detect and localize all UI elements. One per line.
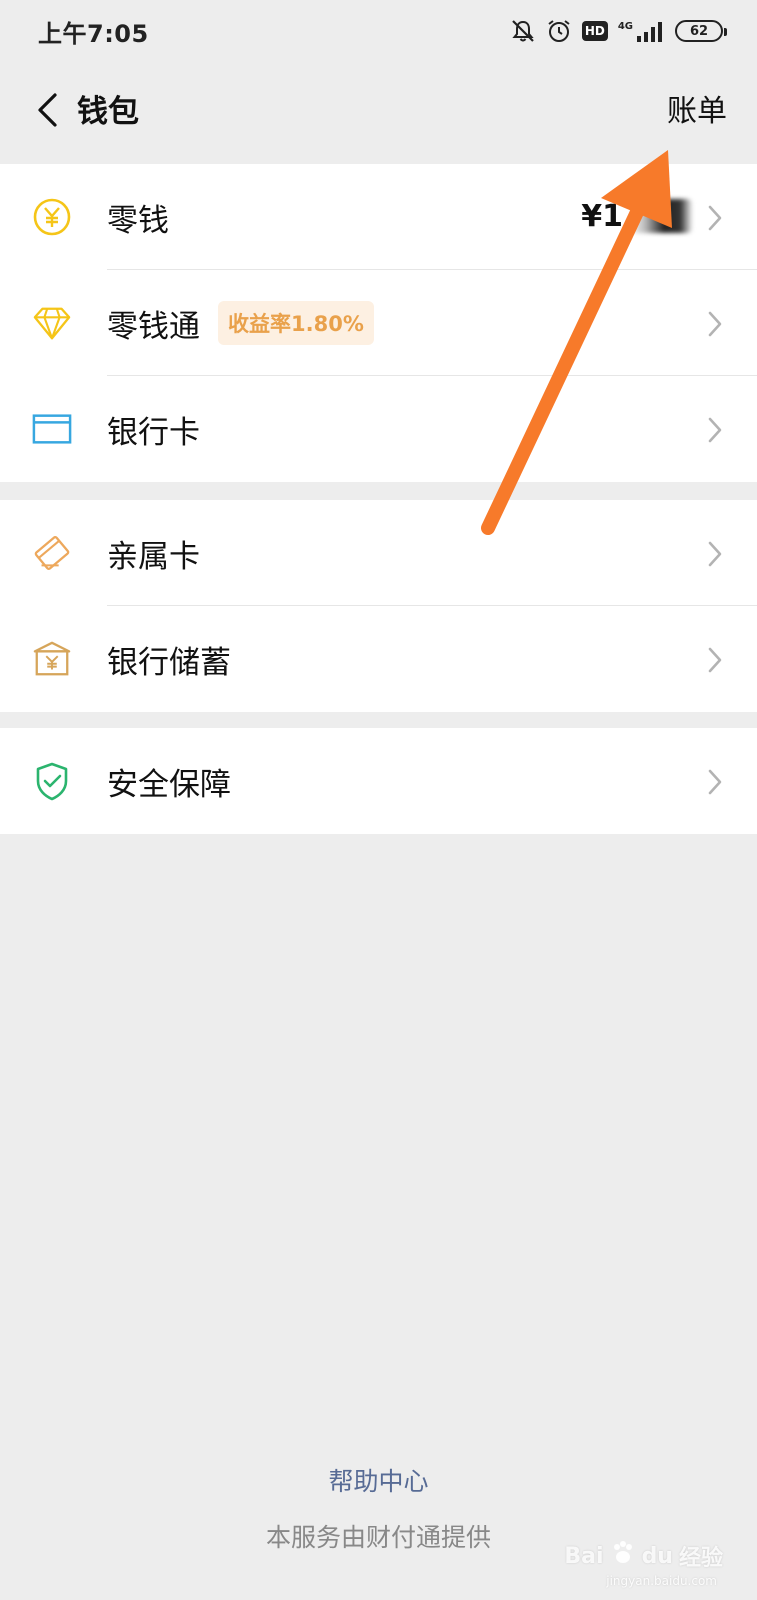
list-item-licaitong[interactable]: 零钱通 收益率1.80% — [0, 270, 757, 376]
battery-icon: 62 — [675, 20, 727, 42]
bill-button[interactable]: 账单 — [667, 86, 727, 130]
nav-bar: 钱包 账单 — [0, 62, 757, 162]
list-item-bank-card[interactable]: 银行卡 — [0, 376, 757, 482]
status-time: 上午7:05 — [38, 19, 149, 48]
list-item-family-card[interactable]: 亲属卡 — [0, 500, 757, 606]
watermark-url: jingyan.baidu.com — [606, 1574, 717, 1588]
bank-savings-icon — [32, 639, 72, 679]
list-item-label: 零钱通 — [107, 308, 200, 345]
status-icons: HD 4G 62 — [510, 18, 727, 44]
security-shield-icon — [32, 761, 72, 801]
signal-icon: 4G — [618, 20, 665, 42]
network-type-label: 4G — [617, 21, 633, 32]
baidu-watermark: Bai du 经验 — [564, 1540, 723, 1572]
alarm-clock-icon — [546, 18, 572, 44]
page-title: 钱包 — [77, 94, 139, 130]
list-item-label: 安全保障 — [107, 766, 231, 803]
list-item-label: 零钱 — [107, 202, 169, 239]
help-center-link[interactable]: 帮助中心 — [0, 1462, 757, 1498]
list-item-label: 银行储蓄 — [107, 644, 231, 681]
chevron-right-icon — [707, 646, 723, 678]
list-item-label: 银行卡 — [107, 414, 200, 451]
list-item-balance[interactable]: 零钱 ¥1 — [0, 164, 757, 270]
chevron-right-icon — [707, 416, 723, 448]
back-button[interactable] — [22, 84, 72, 140]
yuan-coin-icon — [32, 197, 72, 237]
balance-amount: ¥1 — [581, 196, 693, 236]
chevron-right-icon — [707, 204, 723, 236]
chevron-right-icon — [707, 540, 723, 572]
watermark-brand-cn: 经验 — [678, 1546, 723, 1571]
bank-card-icon — [32, 409, 72, 449]
family-card-icon — [32, 533, 72, 573]
watermark-brand-suffix: du — [641, 1543, 673, 1569]
list-item-security[interactable]: 安全保障 — [0, 728, 757, 834]
chevron-right-icon — [707, 768, 723, 800]
wallet-group-family: 亲属卡 银行储蓄 — [0, 500, 757, 712]
hd-voice-icon: HD — [581, 21, 608, 41]
balance-mask — [629, 199, 693, 233]
chevron-right-icon — [707, 310, 723, 342]
paw-icon — [610, 1540, 636, 1572]
list-item-bank-savings[interactable]: 银行储蓄 — [0, 606, 757, 712]
balance-value: ¥1 — [581, 198, 623, 234]
wallet-group-balance: 零钱 ¥1 零钱通 收益率1.80% 银行卡 — [0, 164, 757, 482]
wallet-group-security: 安全保障 — [0, 728, 757, 834]
status-bar: 上午7:05 HD 4G 62 — [0, 0, 757, 62]
chevron-left-icon — [35, 92, 59, 132]
diamond-icon — [32, 303, 72, 343]
watermark-brand: Bai — [564, 1543, 604, 1569]
mute-bell-icon — [510, 18, 536, 44]
list-item-label: 亲属卡 — [107, 538, 200, 575]
yield-badge: 收益率1.80% — [218, 301, 374, 345]
